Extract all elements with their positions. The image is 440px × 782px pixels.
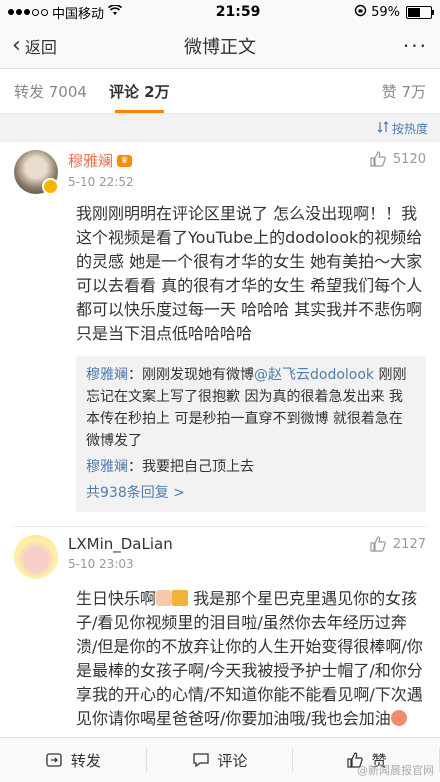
more-button[interactable]: ···: [403, 34, 428, 58]
verified-badge-icon: [42, 178, 59, 195]
avatar[interactable]: [14, 150, 59, 195]
more-replies-link[interactable]: 共938条回复 >: [86, 482, 416, 504]
like-count: 2127: [392, 536, 426, 552]
reply-box: 穆雅斓：刚刚发现她有微博@赵飞云dodolook 刚刚忘记在文案上写了很抱歉 因…: [76, 356, 426, 512]
comment-text-start: 生日快乐啊: [76, 589, 157, 608]
avatar[interactable]: [14, 535, 58, 579]
repost-icon: [46, 753, 62, 767]
reply-item: 穆雅斓：刚刚发现她有微博@赵飞云dodolook 刚刚忘记在文案上写了很抱歉 因…: [86, 367, 407, 449]
tab-repost[interactable]: 转发 7004: [14, 69, 87, 113]
chevron-left-icon: ‹: [12, 33, 21, 58]
like-button[interactable]: 5120: [369, 150, 426, 168]
signal-icon: [8, 8, 48, 16]
thumb-up-icon: [370, 151, 386, 167]
comment-text-rest: 我是那个星巴克里遇见你的女孩子/看见你视频里的泪目啦/虽然你去年经历过奔溃/但是…: [76, 589, 423, 728]
thumb-up-icon: [370, 536, 386, 552]
commenter-name[interactable]: LXMin_DaLian: [68, 535, 173, 553]
comment-text: 生日快乐啊 我是那个星巴克里遇见你的女孩子/看见你视频里的泪目啦/虽然你去年经历…: [76, 587, 426, 731]
like-button[interactable]: 2127: [369, 535, 426, 553]
carrier-label: 中国移动: [52, 6, 105, 22]
comment-time: 5-10 23:03: [68, 557, 134, 571]
comment-item: 穆雅斓 ♛ 5-10 22:52 5120 我刚刚明明在评论区里说了 怎么没出现…: [0, 142, 440, 527]
back-label: 返回: [24, 38, 57, 57]
comment-label: 评论: [217, 751, 248, 770]
reply-item: 穆雅斓：我要把自己顶上去: [86, 459, 254, 475]
comment-button[interactable]: 评论: [147, 748, 294, 772]
tab-comments[interactable]: 评论 2万: [109, 69, 170, 113]
bottom-action-bar: 转发 评论 赞 @新闻晨报官网: [0, 737, 440, 782]
sort-icon: [377, 120, 389, 136]
vip-crown-icon: ♛: [117, 154, 133, 167]
cheer-emoji-icon: [390, 710, 407, 726]
repost-label: 转发: [70, 751, 101, 770]
battery-icon: [406, 5, 434, 19]
battery-percent: 59%: [371, 4, 400, 20]
tab-likes[interactable]: 赞 7万: [382, 69, 426, 113]
clock: 21:59: [215, 4, 261, 20]
comment-time: 5-10 22:52: [68, 175, 134, 189]
reply-text: 刚刚发现她有微博: [142, 367, 254, 383]
wifi-icon: [107, 3, 123, 20]
watermark: @新闻晨报官网: [357, 764, 434, 777]
commenter-name[interactable]: 穆雅斓: [68, 150, 113, 171]
reply-user[interactable]: 穆雅斓: [86, 459, 128, 475]
rotation-lock-icon: [354, 4, 367, 21]
status-bar: 中国移动 21:59 59%: [0, 0, 440, 24]
reply-text: 我要把自己顶上去: [142, 459, 254, 475]
sort-bar: 按热度: [0, 114, 440, 142]
post-tabs: 转发 7004 评论 2万 赞 7万: [0, 69, 440, 114]
comment-icon: [192, 753, 209, 768]
repost-button[interactable]: 转发: [0, 748, 147, 772]
back-button[interactable]: ‹ 返回: [12, 34, 57, 58]
comment-item: LXMin_DaLian 5-10 23:03 2127 生日快乐啊 我是那个星…: [0, 527, 440, 731]
reply-user[interactable]: 穆雅斓: [86, 367, 128, 383]
like-count: 5120: [392, 151, 426, 167]
comment-text: 我刚刚明明在评论区里说了 怎么没出现啊！！我这个视频是看了YouTube上的do…: [76, 204, 423, 343]
nav-bar: ‹ 返回 微博正文 ···: [0, 24, 440, 69]
cake-emoji-icon: [156, 590, 173, 606]
party-popper-emoji-icon: [172, 590, 189, 606]
page-title: 微博正文: [184, 37, 256, 58]
sort-hot-button[interactable]: 按热度: [392, 120, 428, 137]
mention-link[interactable]: @赵飞云dodolook: [254, 367, 374, 383]
